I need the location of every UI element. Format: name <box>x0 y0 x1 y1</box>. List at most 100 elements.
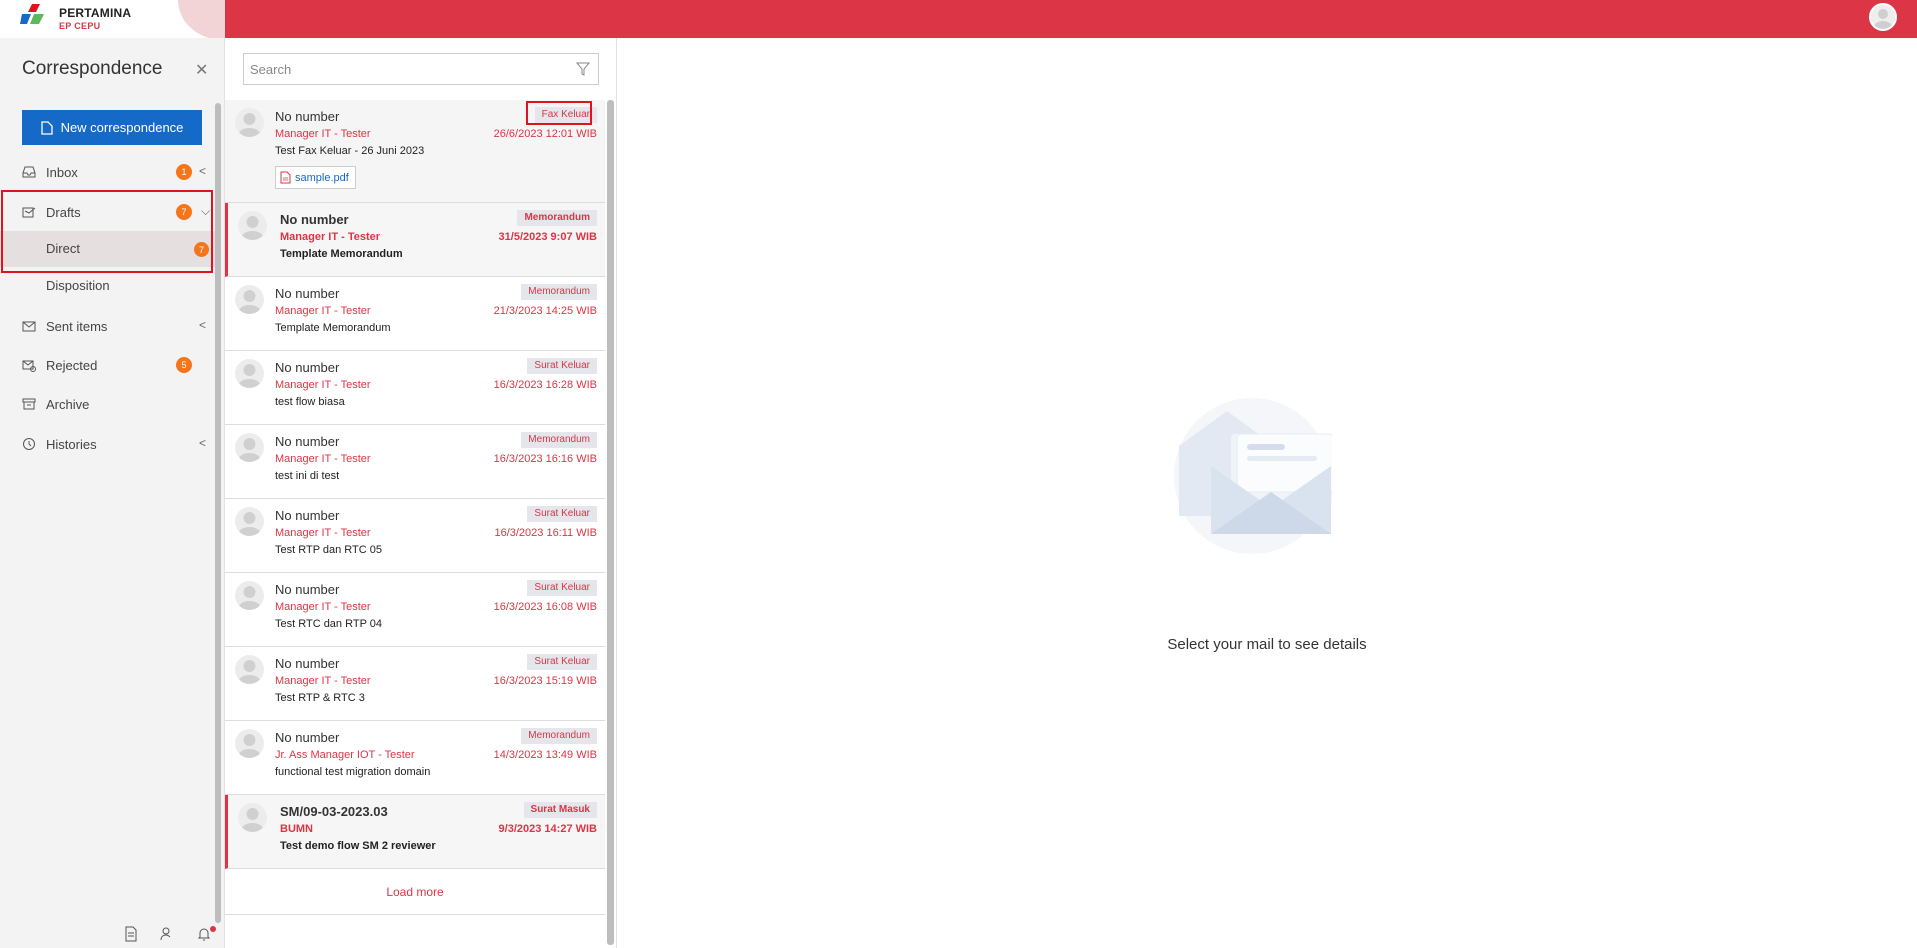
avatar <box>235 655 264 684</box>
new-correspondence-button[interactable]: New correspondence <box>22 110 202 145</box>
sidebar-item-label: Inbox <box>46 164 78 180</box>
attachment-chip[interactable]: sample.pdf <box>275 166 356 189</box>
mail-item[interactable]: No number Manager IT - Tester Template M… <box>225 277 605 351</box>
bell-icon[interactable] <box>197 926 211 942</box>
sidebar-item-label: Archive <box>46 396 90 412</box>
mail-item[interactable]: No number Manager IT - Tester test ini d… <box>225 425 605 499</box>
user-settings-icon[interactable] <box>160 926 174 942</box>
sidebar-item-inbox[interactable]: Inbox 1 < <box>0 154 215 190</box>
sidebar-item-direct[interactable]: Direct 7 <box>0 231 215 267</box>
mail-subject: Template Memorandum <box>280 248 403 260</box>
mail-subject: Test RTP & RTC 3 <box>275 692 365 704</box>
mail-item[interactable]: No number Manager IT - Tester Test RTP d… <box>225 499 605 573</box>
mail-sender: BUMN <box>280 823 313 835</box>
mail-type-tag: Memorandum <box>517 210 597 226</box>
mail-detail-pane: Select your mail to see details <box>617 38 1917 948</box>
mail-type-tag: Memorandum <box>521 432 597 448</box>
user-avatar[interactable] <box>1869 3 1897 31</box>
mail-number: No number <box>275 730 340 745</box>
mail-date: 16/3/2023 16:11 WIB <box>494 527 597 539</box>
load-more-link[interactable]: Load more <box>225 869 605 915</box>
mail-date: 16/3/2023 15:19 WIB <box>493 675 597 687</box>
mail-type-tag: Surat Keluar <box>527 580 597 596</box>
mail-list-pane: No number Manager IT - Tester Test Fax K… <box>225 38 617 948</box>
mail-number: No number <box>275 109 340 124</box>
sidebar-item-label: Disposition <box>46 278 110 293</box>
mail-sender: Manager IT - Tester <box>275 453 371 465</box>
mail-subject: Test RTP dan RTC 05 <box>275 544 382 556</box>
user-avatar-icon <box>1874 9 1892 29</box>
mail-subject: test flow biasa <box>275 396 345 408</box>
empty-mail-illustration <box>1174 398 1332 554</box>
mail-type-tag: Surat Keluar <box>527 654 597 670</box>
chevron-left-icon[interactable]: < <box>199 318 206 332</box>
sidebar-title: Correspondence <box>22 58 163 79</box>
chevron-left-icon[interactable]: < <box>199 164 206 178</box>
mail-item[interactable]: No number Manager IT - Tester test flow … <box>225 351 605 425</box>
sidebar-item-label: Sent items <box>46 318 108 334</box>
mail-sender: Manager IT - Tester <box>275 128 371 140</box>
mail-sender: Manager IT - Tester <box>275 601 371 613</box>
sidebar-item-archive[interactable]: Archive <box>0 386 215 422</box>
sidebar-item-rejected[interactable]: Rejected 5 <box>0 347 215 383</box>
sent-icon <box>22 321 36 332</box>
top-bar <box>0 0 1917 38</box>
attachment-name: sample.pdf <box>295 171 349 184</box>
direct-count-badge: 7 <box>194 242 209 257</box>
search-input[interactable] <box>244 54 564 84</box>
logo-name: PERTAMINA <box>59 6 132 20</box>
sidebar-item-disposition[interactable]: Disposition <box>0 268 215 304</box>
avatar <box>235 729 264 758</box>
sidebar-item-drafts[interactable]: Drafts 7 ⌵ <box>0 194 215 230</box>
mail-type-tag: Surat Keluar <box>527 358 597 374</box>
empty-state-message: Select your mail to see details <box>1167 636 1367 653</box>
avatar <box>238 803 267 832</box>
pdf-icon <box>280 171 291 184</box>
sidebar: Correspondence ✕ New correspondence Inbo… <box>0 38 225 948</box>
mail-sender: Manager IT - Tester <box>275 305 371 317</box>
mail-item[interactable]: No number Manager IT - Tester Test RTC d… <box>225 573 605 647</box>
mail-type-tag: Fax Keluar <box>534 107 597 123</box>
mail-subject: Test demo flow SM 2 reviewer <box>280 840 436 852</box>
sidebar-item-sent[interactable]: Sent items < <box>0 308 215 344</box>
mail-number: SM/09-03-2023.03 <box>280 804 388 819</box>
mail-number: No number <box>275 656 340 671</box>
mail-list: No number Manager IT - Tester Test Fax K… <box>225 100 605 915</box>
mail-item[interactable]: SM/09-03-2023.03 BUMN Test demo flow SM … <box>225 795 605 869</box>
avatar <box>235 285 264 314</box>
drafts-icon <box>22 207 36 218</box>
sidebar-item-label: Direct <box>46 241 80 256</box>
mail-item[interactable]: No number Manager IT - Tester Test Fax K… <box>225 100 605 203</box>
sidebar-item-histories[interactable]: Histories < <box>0 426 215 462</box>
mail-date: 21/3/2023 14:25 WIB <box>493 305 597 317</box>
mail-item[interactable]: No number Manager IT - Tester Template M… <box>225 203 605 277</box>
chevron-left-icon[interactable]: < <box>199 436 206 450</box>
logo[interactable]: PERTAMINA EP CEPU <box>0 0 225 38</box>
mail-item[interactable]: No number Jr. Ass Manager IOT - Tester f… <box>225 721 605 795</box>
avatar <box>235 433 264 462</box>
mail-item[interactable]: No number Manager IT - Tester Test RTP &… <box>225 647 605 721</box>
mail-sender: Manager IT - Tester <box>275 379 371 391</box>
mail-date: 16/3/2023 16:08 WIB <box>493 601 597 613</box>
document-icon[interactable] <box>124 926 138 942</box>
close-icon[interactable]: ✕ <box>195 60 208 80</box>
filter-icon[interactable] <box>576 62 590 76</box>
sidebar-scrollbar[interactable] <box>215 103 221 923</box>
archive-icon <box>22 398 36 410</box>
mail-type-tag: Surat Keluar <box>527 506 597 522</box>
sidebar-item-label: Drafts <box>46 204 81 220</box>
sidebar-footer <box>0 920 216 948</box>
mail-date: 31/5/2023 9:07 WIB <box>498 231 597 243</box>
mail-date: 16/3/2023 16:16 WIB <box>493 453 597 465</box>
mail-number: No number <box>275 508 340 523</box>
mail-sender: Manager IT - Tester <box>275 527 371 539</box>
mail-subject: Template Memorandum <box>275 322 391 334</box>
mail-subject: functional test migration domain <box>275 766 431 778</box>
history-icon <box>23 438 35 450</box>
mail-date: 14/3/2023 13:49 WIB <box>493 749 597 761</box>
mail-number: No number <box>275 286 340 301</box>
drafts-count-badge: 7 <box>176 204 192 220</box>
mail-list-scrollbar[interactable] <box>607 100 614 945</box>
chevron-down-icon[interactable]: ⌵ <box>201 204 210 219</box>
mail-date: 16/3/2023 16:28 WIB <box>493 379 597 391</box>
